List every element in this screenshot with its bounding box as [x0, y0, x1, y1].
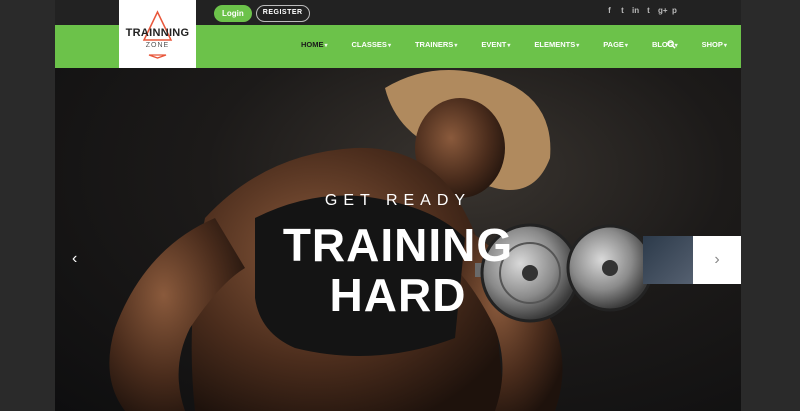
chevron-down-icon: ▾	[723, 43, 727, 49]
google-plus-icon[interactable]: g+	[658, 6, 668, 15]
logo-text-sub: ZONE	[145, 42, 170, 49]
nav-item-classes[interactable]: CLASSES▾	[352, 40, 403, 49]
auth-buttons: Login REGISTER	[214, 5, 310, 22]
chevron-down-icon: ▾	[624, 43, 628, 49]
facebook-icon[interactable]: f	[606, 6, 613, 15]
hero-title-line1: TRAINING	[282, 219, 514, 271]
nav-item-event[interactable]: EVENT▾	[481, 40, 522, 49]
hero-kicker: GET READY	[324, 192, 472, 209]
register-button[interactable]: REGISTER	[255, 5, 310, 22]
tumblr-icon[interactable]: t	[645, 6, 652, 15]
chevron-down-icon: ▾	[507, 43, 511, 49]
social-links: f t in t g+ p	[606, 6, 678, 15]
chevron-down-icon: ▾	[387, 43, 391, 49]
chevron-down-icon: ▾	[454, 43, 458, 49]
chevron-right-icon: ›	[714, 251, 720, 268]
site-logo[interactable]: TRAINNING ZONE	[119, 0, 196, 68]
nav-item-page[interactable]: PAGE▾	[603, 40, 640, 49]
chevron-down-icon: ▾	[576, 43, 580, 49]
logo-text-main: TRAINNING	[125, 27, 190, 39]
chevron-down-icon: ▾	[324, 43, 328, 49]
login-button[interactable]: Login	[214, 5, 252, 22]
main-nav: HOME▾ CLASSES▾ TRAINERS▾ EVENT▾ ELEMENTS…	[301, 40, 751, 49]
slider-prev-arrow[interactable]: ‹	[72, 250, 77, 268]
linkedin-icon[interactable]: in	[632, 6, 639, 15]
nav-item-elements[interactable]: ELEMENTS▾	[534, 40, 591, 49]
twitter-icon[interactable]: t	[619, 6, 626, 15]
nav-item-home[interactable]: HOME▾	[301, 40, 340, 49]
slider-next-button[interactable]: ›	[693, 236, 741, 284]
next-slide-thumbnail[interactable]	[643, 236, 693, 284]
search-icon[interactable]	[667, 40, 676, 49]
nav-item-shop[interactable]: SHOP▾	[702, 40, 739, 49]
pinterest-icon[interactable]: p	[671, 6, 678, 15]
nav-item-trainers[interactable]: TRAINERS▾	[415, 40, 469, 49]
hero-title-line2: HARD	[329, 269, 467, 321]
